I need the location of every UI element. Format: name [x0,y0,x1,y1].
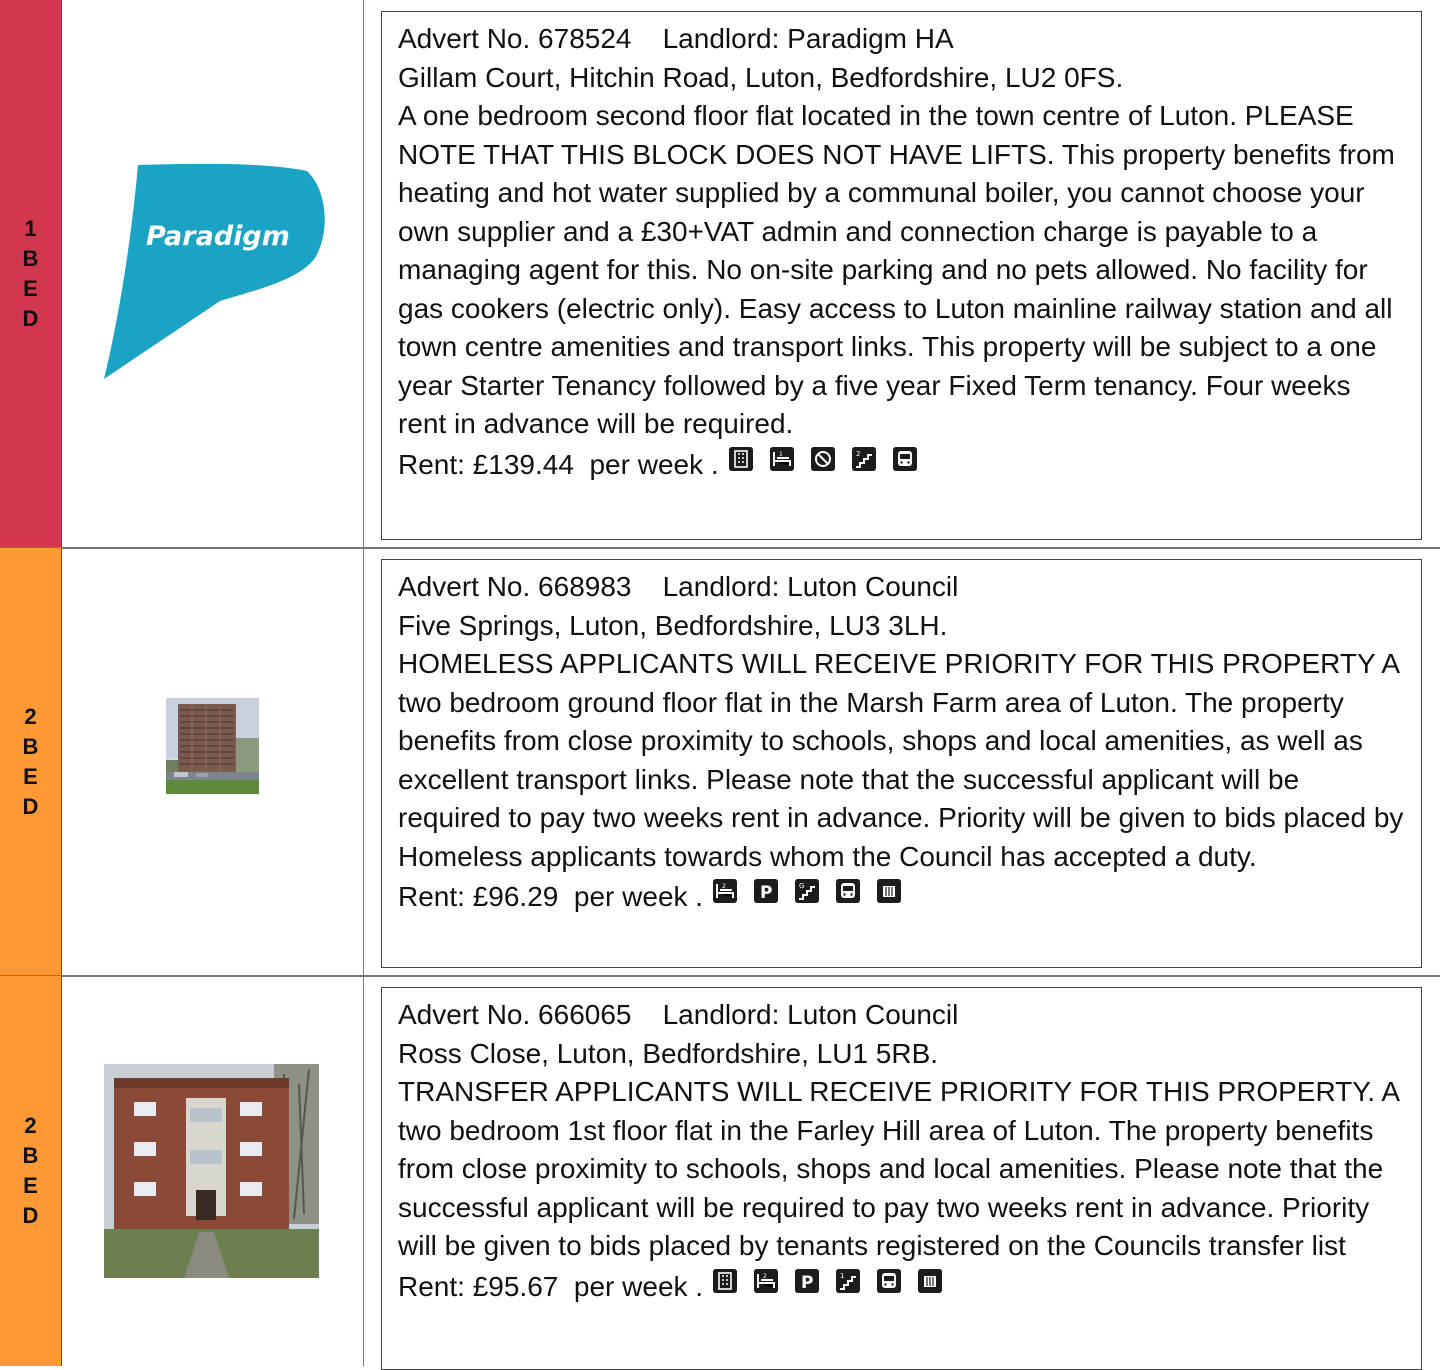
svg-text:G: G [799,882,804,890]
rent-text: Rent: £96.29 per week . [398,881,704,912]
svg-text:1: 1 [840,1272,844,1280]
bus-icon [836,879,861,904]
svg-text:2: 2 [722,883,726,890]
floor-1-stairs-icon: 1 [836,1268,861,1293]
band-char: B [22,734,39,759]
advert-header: Advert No. 666065 Landlord: Luton Counci… [398,999,959,1030]
listing-row: 2 B E D Advert No. 666065 Landlord: Luto… [0,976,1440,1370]
band-char: 2 [24,704,37,729]
band-char: D [22,1203,39,1228]
listing-row: 2 B E D Advert No. 668983 Landlord: Luto… [0,548,1440,976]
bedroom-2-icon: 2 [754,1268,779,1293]
property-listings: 1 B E D Paradigm Advert No. 678524 Landl… [0,0,1440,1370]
heating-icon [918,1268,943,1293]
advert-box: Advert No. 668983 Landlord: Luton Counci… [381,559,1422,968]
rent-line: Rent: £96.29 per week . 2 P G [398,878,1405,917]
bedroom-band: 2 B E D [0,976,62,1366]
bedroom-band: 1 B E D [0,0,62,548]
band-char: E [23,1173,38,1198]
svg-text:2: 2 [763,1273,767,1280]
parking-icon: P [754,879,779,904]
advert-box: Advert No. 678524 Landlord: Paradigm HA … [381,11,1422,540]
flat-block-icon [713,1268,738,1293]
bedroom-1-icon: 1 [769,446,794,471]
svg-text:P: P [760,883,772,903]
heating-icon [877,879,902,904]
image-cell [62,548,364,976]
floor-2-stairs-icon: 2 [851,446,876,471]
parking-icon: P [795,1268,820,1293]
text-cell: Advert No. 678524 Landlord: Paradigm HA … [364,0,1440,548]
logo-text: Paradigm [146,221,290,252]
paradigm-logo[interactable]: Paradigm [102,163,326,381]
svg-text:P: P [801,1273,813,1293]
advert-address: Gillam Court, Hitchin Road, Luton, Bedfo… [398,61,1124,93]
flat-block-icon [728,446,753,471]
tower-block-photo[interactable] [166,698,259,794]
bedroom-band: 2 B E D [0,548,62,976]
text-cell: Advert No. 668983 Landlord: Luton Counci… [364,548,1440,976]
image-cell [62,976,364,1366]
band-char: 2 [24,1113,37,1138]
feature-icons: 2 P G [713,879,902,904]
band-char: B [22,1143,39,1168]
bedroom-2-icon: 2 [713,879,738,904]
text-cell: Advert No. 666065 Landlord: Luton Counci… [364,976,1440,1370]
band-char: 1 [24,216,37,241]
feature-icons: 2 P 1 [713,1268,943,1293]
listing-row: 1 B E D Paradigm Advert No. 678524 Landl… [0,0,1440,548]
image-cell: Paradigm [62,0,364,548]
advert-address: Five Springs, Luton, Bedfordshire, LU3 3… [398,609,948,641]
advert-header: Advert No. 668983 Landlord: Luton Counci… [398,571,959,602]
band-char: E [23,276,38,301]
rent-text: Rent: £139.44 per week . [398,448,719,480]
feature-icons: 1 2 [728,446,917,471]
bus-icon [877,1268,902,1293]
advert-box: Advert No. 666065 Landlord: Luton Counci… [381,987,1422,1370]
low-rise-flats-photo[interactable] [104,1064,319,1278]
band-char: D [22,794,39,819]
rent-line: Rent: £95.67 per week . 2 P 1 [398,1268,1405,1307]
advert-description: HOMELESS APPLICANTS WILL RECEIVE PRIORIT… [398,648,1404,872]
band-char: D [22,306,39,331]
band-char: B [22,246,39,271]
svg-text:1: 1 [779,451,783,458]
ground-floor-stairs-icon: G [795,879,820,904]
rent-line: Rent: £139.44 per week . 1 2 [398,446,1405,485]
no-pets-icon [810,446,835,471]
svg-text:2: 2 [856,450,860,458]
rent-text: Rent: £95.67 per week . [398,1270,704,1302]
band-char: E [23,764,38,789]
advert-description: TRANSFER APPLICANTS WILL RECEIVE PRIORIT… [398,1076,1399,1261]
advert-header: Advert No. 678524 Landlord: Paradigm HA [398,23,954,54]
advert-address: Ross Close, Luton, Bedfordshire, LU1 5RB… [398,1037,939,1069]
advert-description: A one bedroom second floor flat located … [398,100,1395,439]
bus-icon [892,446,917,471]
